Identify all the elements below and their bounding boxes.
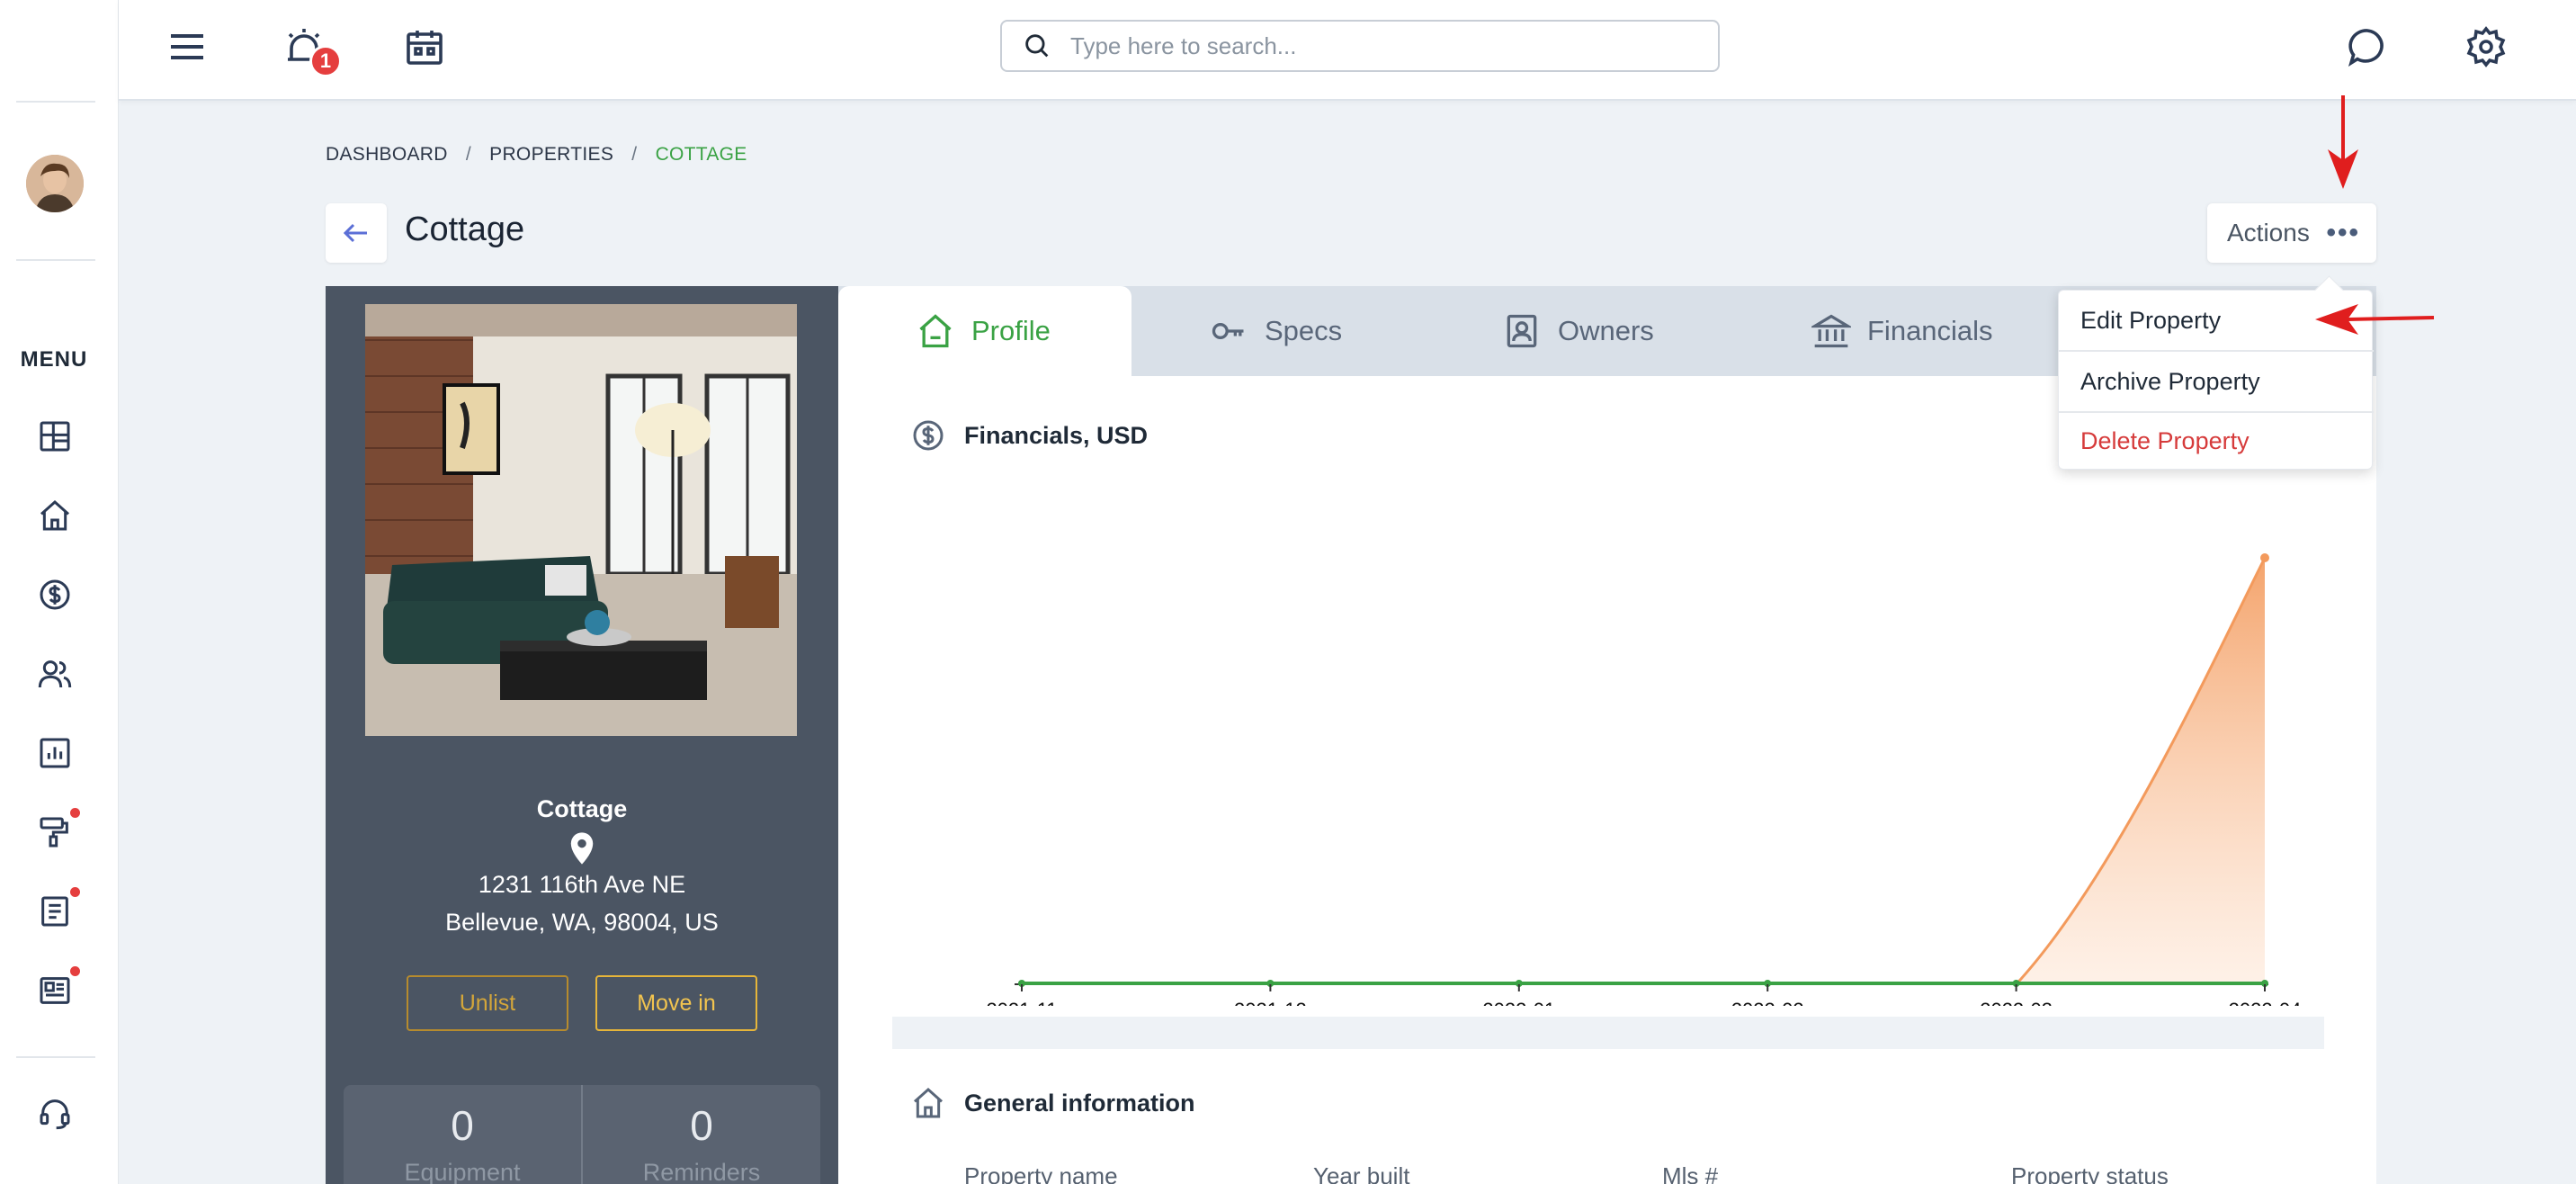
notification-dot: [70, 887, 80, 897]
dollar-icon: [913, 420, 944, 451]
avatar[interactable]: [26, 155, 84, 212]
x-tick-label: 2021-11: [986, 999, 1057, 1006]
key-icon: [1212, 323, 1244, 339]
tab-label: Owners: [1558, 315, 1654, 346]
menu-label: MENU: [20, 347, 88, 372]
headset-icon[interactable]: [34, 1092, 76, 1134]
breadcrumb: DASHBOARD / PROPERTIES / COTTAGE: [326, 144, 760, 166]
back-button[interactable]: [326, 203, 387, 263]
more-dots-icon: •••: [2326, 218, 2360, 247]
dollar-icon[interactable]: [34, 574, 76, 615]
search-input[interactable]: [1070, 31, 1682, 60]
property-stats: 0 Equipment 0 Reminders: [344, 1085, 820, 1184]
stat-reminders[interactable]: 0 Reminders: [583, 1085, 820, 1184]
section-title-text: Financials, USD: [964, 421, 1149, 449]
document-icon[interactable]: [34, 891, 76, 932]
general-info-columns: Property name Year built Mls # Property …: [964, 1162, 2223, 1184]
unlist-button[interactable]: Unlist: [407, 975, 568, 1031]
x-tick-label: 2022-03: [1980, 999, 2053, 1006]
menu-item-delete-property[interactable]: Delete Property: [2059, 411, 2374, 471]
data-point[interactable]: [2260, 553, 2269, 562]
address-line-1: 1231 116th Ave NE: [478, 871, 686, 898]
tab-label: Specs: [1265, 315, 1343, 346]
notification-badge: 1: [309, 45, 342, 77]
actions-label: Actions: [2227, 219, 2310, 247]
stat-value: 0: [451, 1102, 474, 1149]
property-photo: [365, 304, 797, 736]
stat-label: Reminders: [642, 1159, 761, 1184]
tab-profile[interactable]: Profile: [838, 286, 1131, 376]
breadcrumb-cottage: COTTAGE: [655, 144, 747, 165]
gear-icon[interactable]: [2463, 23, 2509, 70]
tab-label: Profile: [971, 315, 1051, 346]
section-title-text: General information: [964, 1089, 1195, 1117]
general-section-title: General information: [910, 1085, 1195, 1121]
financials-chart: 2021-11 2021-12 2022-01 2022-02 2022-03 2022-…: [986, 553, 2302, 1006]
paint-roller-icon[interactable]: [34, 812, 76, 853]
chat-icon[interactable]: [2344, 23, 2391, 70]
actions-button[interactable]: Actions •••: [2207, 203, 2376, 263]
breadcrumb-properties[interactable]: PROPERTIES: [489, 144, 613, 165]
stat-label: Equipment: [404, 1159, 521, 1184]
search-box[interactable]: [1000, 20, 1720, 72]
breadcrumb-dashboard[interactable]: DASHBOARD: [326, 144, 448, 165]
series-area: [2016, 558, 2265, 984]
page-title: Cottage: [405, 211, 525, 248]
home-icon: [919, 314, 952, 348]
sidebar-divider: [16, 1056, 95, 1058]
move-in-button[interactable]: Move in: [595, 975, 757, 1031]
breadcrumb-separator: /: [465, 144, 472, 165]
tab-specs[interactable]: Specs: [1209, 286, 1342, 376]
top-header: 1: [119, 0, 2576, 101]
tab-financials[interactable]: Financials: [1811, 286, 1993, 376]
notification-dot: [70, 808, 80, 818]
financials-section-title: Financials, USD: [910, 417, 1148, 453]
dashboard-icon[interactable]: [34, 416, 76, 457]
home-icon: [914, 1087, 943, 1118]
column-label: Property name: [964, 1162, 1118, 1184]
calendar-icon[interactable]: [401, 23, 448, 70]
home-icon[interactable]: [34, 495, 76, 536]
bank-icon: [1811, 314, 1851, 348]
x-tick-label: 2021-12: [1234, 999, 1307, 1006]
hamburger-menu-icon[interactable]: [164, 23, 210, 70]
stat-equipment[interactable]: 0 Equipment: [344, 1085, 581, 1184]
x-tick-label: 2022-01: [1482, 999, 1555, 1006]
property-card: Cottage 1231 116th Ave NE Bellevue, WA, …: [326, 286, 838, 1184]
search-icon: [1025, 34, 1049, 58]
owner-icon: [1507, 314, 1537, 348]
arrow-left-icon: [343, 223, 367, 243]
tab-label: Financials: [1867, 315, 1993, 346]
address-line-2: Bellevue, WA, 98004, US: [445, 909, 719, 936]
annotation-arrow-down-icon: [2328, 95, 2358, 189]
stat-value: 0: [690, 1102, 713, 1149]
column-label: Property status: [2011, 1162, 2169, 1184]
column-label: Year built: [1313, 1162, 1410, 1184]
tab-owners[interactable]: Owners: [1502, 286, 1654, 376]
breadcrumb-separator: /: [631, 144, 638, 165]
notification-dot: [70, 966, 80, 976]
sidebar-divider: [16, 101, 95, 103]
location-pin-icon: [570, 832, 594, 865]
users-icon[interactable]: [34, 653, 76, 695]
chart-icon[interactable]: [34, 732, 76, 774]
menu-item-archive-property[interactable]: Archive Property: [2059, 352, 2374, 411]
property-name: Cottage: [536, 795, 628, 822]
column-label: Mls #: [1662, 1162, 1719, 1184]
sidebar-divider: [16, 259, 95, 261]
section-divider-band: [892, 1017, 2324, 1049]
news-icon[interactable]: [34, 970, 76, 1011]
x-tick-label: 2022-02: [1731, 999, 1804, 1006]
annotation-arrow-left-icon: [2315, 304, 2435, 335]
sidebar: MENU: [0, 0, 119, 1184]
x-tick-label: 2022-04: [2229, 999, 2302, 1006]
